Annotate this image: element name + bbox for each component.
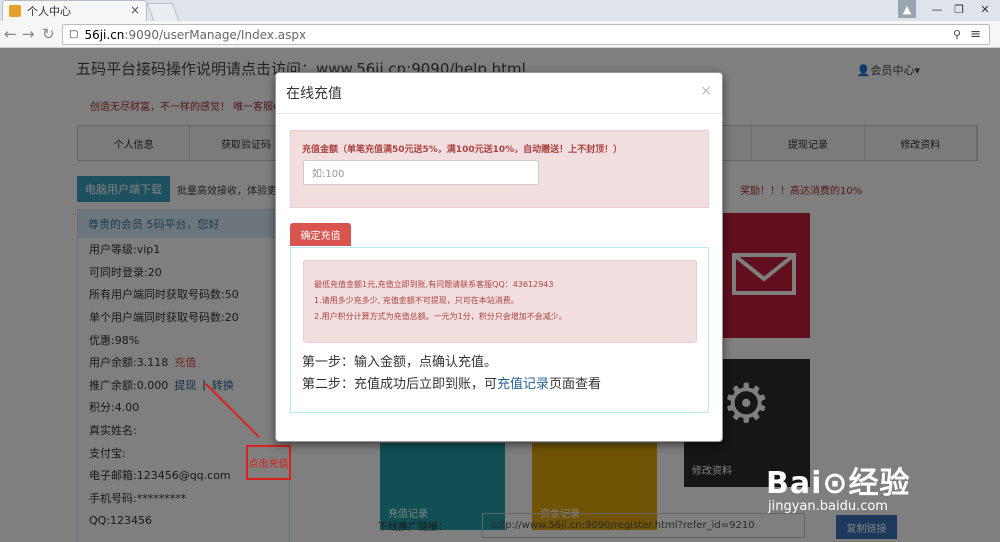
profile-icon[interactable]: ▲ <box>898 0 916 18</box>
page-icon: ▢ <box>69 29 79 40</box>
steps: 第一步：输入金额，点确认充值。 第二步：充值成功后立即到账，可充值记录页面查看 <box>302 352 601 396</box>
window-controls: ▲ — ❐ ✕ <box>898 0 1000 21</box>
back-icon[interactable]: ← <box>4 25 17 43</box>
modal-title: 在线充值 <box>286 86 342 102</box>
notice-line: 1.请用多少充多少, 充值金额不可提现，只可在本站消费。 <box>314 296 519 305</box>
pin-icon[interactable]: ⚲ <box>953 28 961 41</box>
forward-icon[interactable]: → <box>22 25 35 43</box>
info-panel: 最低充值金额1元,充值立即到账,有问题请联系客服QQ：43612943 1.请用… <box>290 247 709 413</box>
menu-icon[interactable]: ≡ <box>970 27 981 42</box>
address-bar: ← → ↻ ▢ 56ji.cn :9090/userManage/Index.a… <box>0 21 1000 48</box>
amount-input[interactable]: 如:100 <box>303 160 539 185</box>
tab-bar: 个人中心 × ▲ — ❐ ✕ <box>0 0 1000 21</box>
window-close-icon[interactable]: ✕ <box>970 0 1000 18</box>
url-host: 56ji.cn <box>84 27 125 42</box>
reload-icon[interactable]: ↻ <box>42 25 55 43</box>
confirm-recharge-button[interactable]: 确定充值 <box>290 223 351 246</box>
tab-active[interactable]: 个人中心 × <box>2 0 147 21</box>
new-tab-button[interactable] <box>146 3 180 21</box>
minimize-icon[interactable]: — <box>926 0 948 18</box>
recharge-records-link[interactable]: 充值记录 <box>497 377 549 392</box>
amount-label: 充值金额（单笔充值满50元送5%，满100元送10%，自动赠送！上不封顶！） <box>302 145 623 155</box>
restore-icon[interactable]: ❐ <box>948 0 970 18</box>
url-path: :9090/userManage/Index.aspx <box>124 27 307 42</box>
amount-box: 充值金额（单笔充值满50元送5%，满100元送10%，自动赠送！上不封顶！） 如… <box>290 130 709 208</box>
tab-close-icon[interactable]: × <box>130 3 140 17</box>
notice-line: 2.用户积分计算方式为充值总额。一元为1分，积分只会增加不会减少。 <box>314 312 567 321</box>
step-2: 第二步：充值成功后立即到账，可充值记录页面查看 <box>302 377 602 392</box>
recharge-modal: 在线充值 × 充值金额（单笔充值满50元送5%，满100元送10%，自动赠送！上… <box>275 72 723 442</box>
step-1: 第一步：输入金额，点确认充值。 <box>302 355 498 370</box>
notice-box: 最低充值金额1元,充值立即到账,有问题请联系客服QQ：43612943 1.请用… <box>303 260 697 343</box>
notice-line: 最低充值金额1元,充值立即到账,有问题请联系客服QQ：43612943 <box>314 280 554 289</box>
tab-title: 个人中心 <box>27 5 71 18</box>
close-icon[interactable]: × <box>700 83 712 99</box>
favicon-icon <box>9 5 21 17</box>
url-field[interactable]: ▢ 56ji.cn :9090/userManage/Index.aspx ⚲ … <box>62 24 990 45</box>
modal-header: 在线充值 × <box>276 73 722 114</box>
